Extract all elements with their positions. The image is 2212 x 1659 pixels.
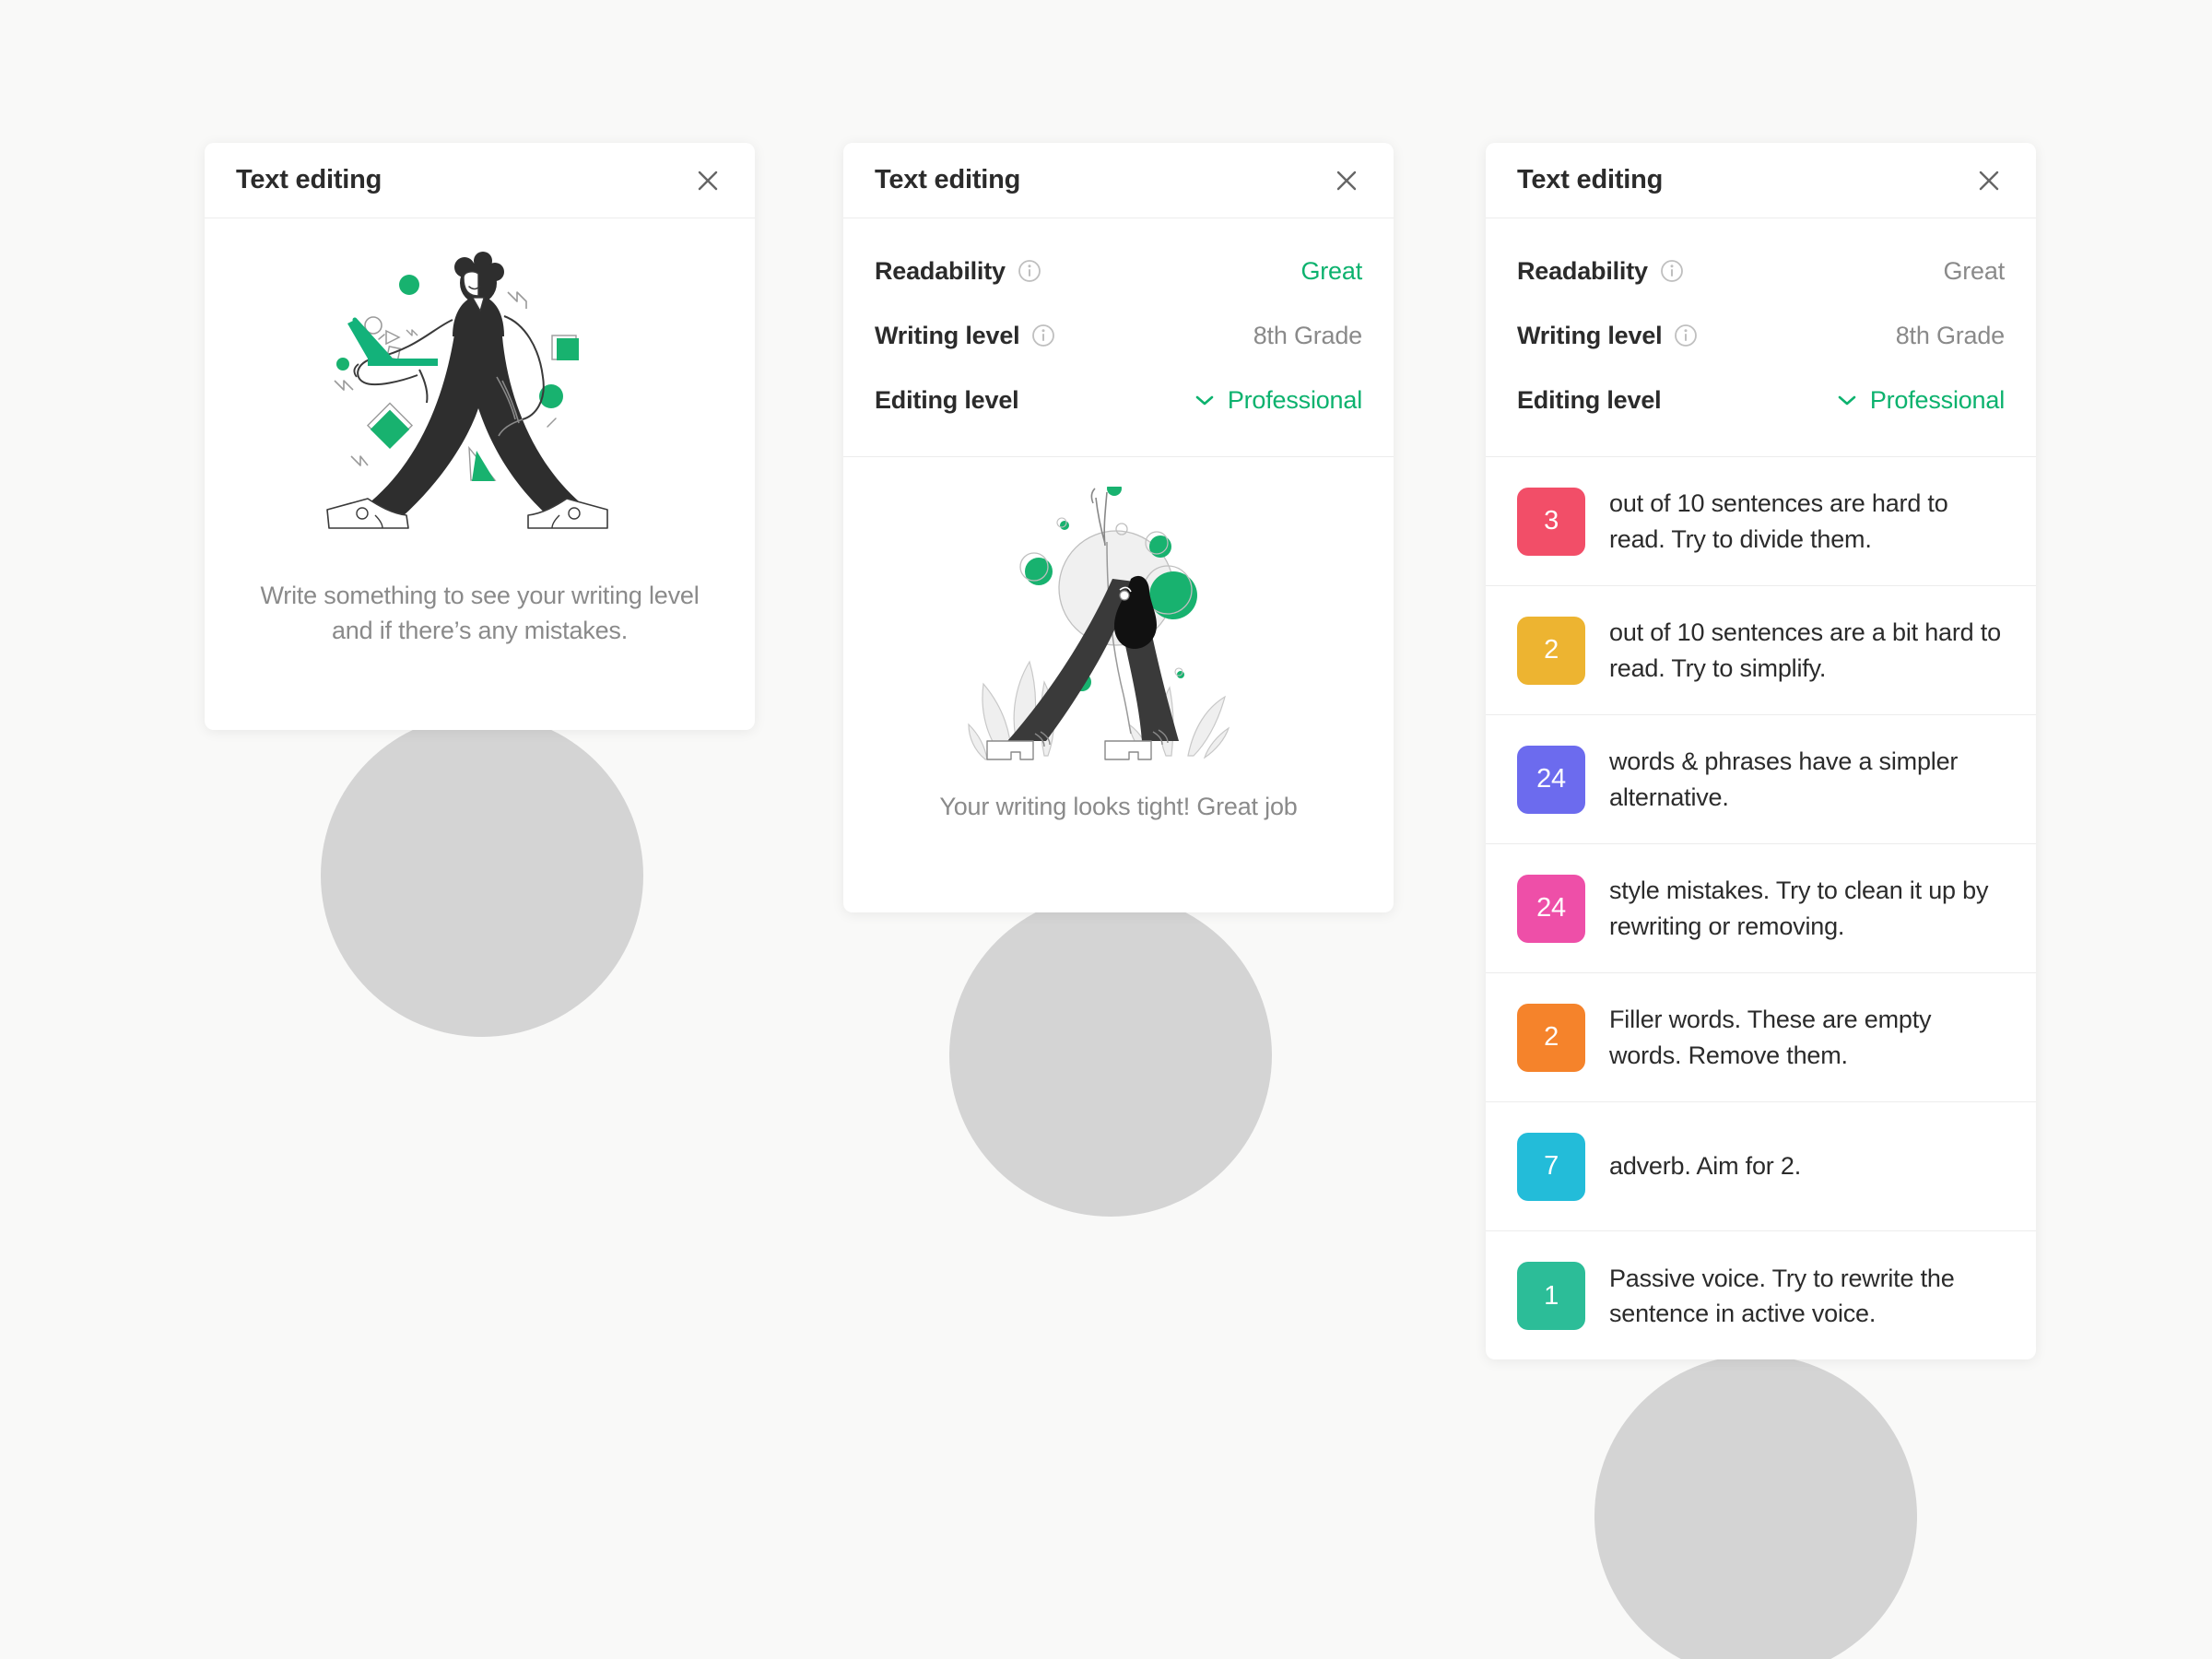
list-item[interactable]: 7 adverb. Aim for 2. [1486,1102,2036,1231]
info-icon[interactable] [1018,259,1041,283]
status-badge: 7 [1517,1132,1585,1201]
card-header: Text editing [1486,143,2036,218]
empty-state-caption: Write something to see your writing leve… [260,582,700,645]
metrics-panel: Readability Great Writing level 8th Grad… [843,218,1394,457]
info-icon[interactable] [1660,259,1684,283]
card-header: Text editing [205,143,755,218]
list-item-label: Passive voice. Try to rewrite the senten… [1609,1264,1955,1327]
suggestion-list: 3 out of 10 sentences are hard to read. … [1486,457,2036,1359]
list-item[interactable]: 2 Filler words. These are empty words. R… [1486,973,2036,1102]
metric-row-writing-level: Writing level 8th Grade [1517,303,2005,368]
metric-label: Readability [1517,256,1648,285]
page-title: Text editing [1517,165,1664,194]
text-editing-card-empty: Text editing Write something to see your… [205,143,755,730]
metric-label: Writing level [875,321,1020,349]
chevron-down-icon[interactable] [1194,394,1215,406]
metric-value: Professional [1227,385,1362,414]
background-circle-1 [321,714,643,1037]
close-icon[interactable] [692,165,724,196]
metric-value: Great [1943,256,2005,285]
list-item-label: style mistakes. Try to clean it up by re… [1609,877,1989,940]
list-item-label: out of 10 sentences are hard to read. Tr… [1609,489,1948,553]
page-root: Text editing Write something to see your… [0,0,2212,1659]
background-circle-3 [1594,1355,1917,1659]
background-circle-2 [949,894,1272,1217]
metric-value: Great [1300,256,1362,285]
person-yoga-illustration [843,457,1394,789]
list-item-label: words & phrases have a simpler alternati… [1609,747,1959,811]
card-header: Text editing [843,143,1394,218]
status-badge: 3 [1517,487,1585,556]
close-icon[interactable] [1973,165,2005,196]
list-item[interactable]: 2 out of 10 sentences are a bit hard to … [1486,586,2036,715]
status-badge: 2 [1517,616,1585,685]
metric-label: Writing level [1517,321,1663,349]
chevron-down-icon[interactable] [1837,394,1857,406]
status-badge: 1 [1517,1262,1585,1330]
list-item[interactable]: 1 Passive voice. Try to rewrite the sent… [1486,1231,2036,1359]
metrics-panel: Readability Great Writing level 8th Grad… [1486,218,2036,457]
page-title: Text editing [875,165,1021,194]
text-editing-card-metrics: Text editing Readability Great Writing l… [843,143,1394,912]
list-item[interactable]: 24 style mistakes. Try to clean it up by… [1486,844,2036,973]
metric-row-readability: Readability Great [1517,239,2005,303]
person-with-laptop-illustration [205,218,755,578]
info-icon[interactable] [1674,324,1698,347]
list-item-label: adverb. Aim for 2. [1609,1152,1801,1181]
metric-value: Professional [1869,385,2005,414]
page-title: Text editing [236,165,382,194]
metric-label: Editing level [875,385,1019,414]
status-caption: Your writing looks tight! Great job [939,793,1298,820]
close-icon[interactable] [1331,165,1362,196]
metric-row-readability: Readability Great [875,239,1362,303]
metric-label: Editing level [1517,385,1662,414]
list-item[interactable]: 24 words & phrases have a simpler altern… [1486,715,2036,844]
metric-label: Readability [875,256,1006,285]
text-editing-card-suggestions: Text editing Readability Great Writing l… [1486,143,2036,1359]
metric-value: 8th Grade [1253,321,1362,349]
info-icon[interactable] [1031,324,1055,347]
status-badge: 24 [1517,874,1585,943]
metric-row-writing-level: Writing level 8th Grade [875,303,1362,368]
status-badge: 2 [1517,1003,1585,1072]
list-item-label: Filler words. These are empty words. Rem… [1609,1006,1932,1069]
metric-row-editing-level[interactable]: Editing level Professional [875,368,1362,432]
metric-value: 8th Grade [1895,321,2005,349]
metric-row-editing-level[interactable]: Editing level Professional [1517,368,2005,432]
status-badge: 24 [1517,745,1585,814]
list-item[interactable]: 3 out of 10 sentences are hard to read. … [1486,457,2036,586]
list-item-label: out of 10 sentences are a bit hard to re… [1609,618,2001,682]
